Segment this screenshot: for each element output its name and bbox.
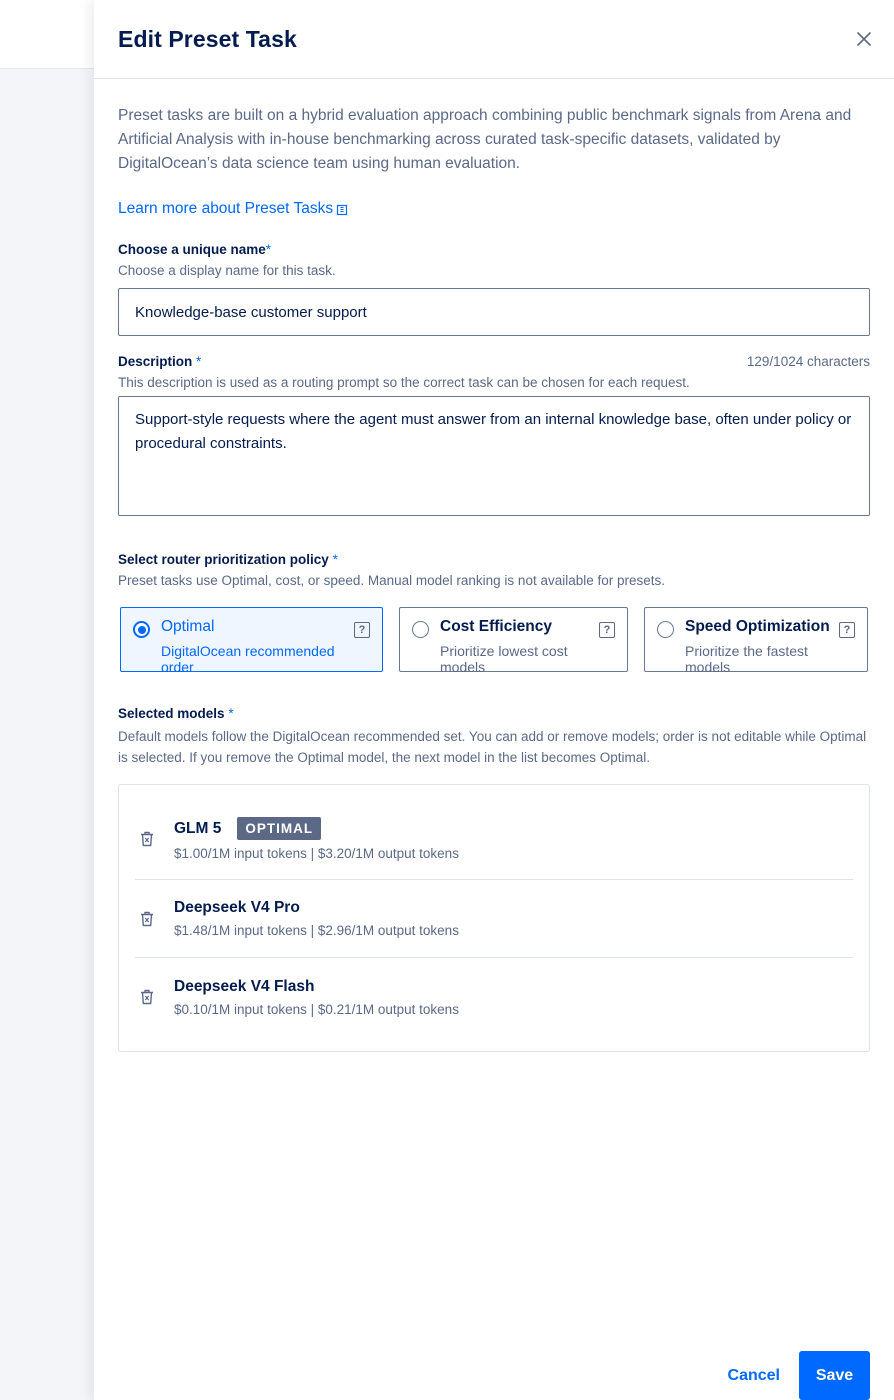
- optimal-badge: OPTIMAL: [237, 817, 322, 840]
- remove-model-button[interactable]: [136, 986, 158, 1008]
- selected-models-list: GLM 5 OPTIMAL $1.00/1M input tokens | $3…: [118, 784, 870, 1052]
- backdrop-header: [0, 0, 94, 69]
- models-label-text: Selected models: [118, 706, 225, 721]
- description-field-help: This description is used as a routing pr…: [118, 375, 690, 390]
- model-price: $1.48/1M input tokens | $2.96/1M output …: [174, 923, 459, 938]
- model-name: GLM 5: [174, 819, 222, 837]
- policy-option-title: Speed Optimization: [685, 618, 830, 635]
- trash-icon: [141, 831, 153, 847]
- model-info: Deepseek V4 Flash $0.10/1M input tokens …: [174, 978, 459, 1017]
- model-name-line: GLM 5 OPTIMAL: [174, 817, 459, 840]
- models-field-label: Selected models *: [118, 706, 870, 721]
- panel-title: Edit Preset Task: [118, 25, 297, 52]
- help-icon[interactable]: ?: [599, 622, 615, 638]
- close-button[interactable]: [852, 27, 876, 51]
- panel-header: Edit Preset Task: [94, 0, 894, 79]
- policy-option-title: Cost Efficiency: [440, 618, 552, 635]
- required-marker: *: [265, 242, 272, 257]
- required-marker: *: [332, 552, 338, 567]
- model-name: Deepseek V4 Pro: [174, 899, 300, 916]
- policy-option-subtitle: Prioritize the fastest models: [685, 643, 808, 675]
- radio-unselected[interactable]: [657, 621, 674, 638]
- description-field-group: Description * 129/1024 characters This d…: [118, 354, 870, 516]
- policy-option-speed-optimization[interactable]: Speed Optimization Prioritize the fastes…: [644, 607, 868, 675]
- model-info: Deepseek V4 Pro $1.48/1M input tokens | …: [174, 899, 459, 938]
- policy-option-subtitle: DigitalOcean recommended order: [161, 643, 335, 675]
- remove-model-button[interactable]: [136, 908, 158, 930]
- model-row: Deepseek V4 Flash $0.10/1M input tokens …: [135, 958, 853, 1036]
- description-label-text: Description: [118, 354, 193, 369]
- name-field-group: Choose a unique name* Choose a display n…: [118, 242, 870, 336]
- policy-label-text: Select router prioritization policy: [118, 552, 329, 567]
- name-field-help: Choose a display name for this task.: [118, 263, 336, 278]
- edit-preset-task-panel: Edit Preset Task Preset tasks are built …: [94, 0, 894, 1400]
- policy-option-optimal[interactable]: Optimal DigitalOcean recommended order ?: [120, 607, 383, 675]
- model-info: GLM 5 OPTIMAL $1.00/1M input tokens | $3…: [174, 817, 459, 861]
- help-icon[interactable]: ?: [839, 622, 855, 638]
- intro-text: Preset tasks are built on a hybrid evalu…: [118, 107, 852, 172]
- save-button[interactable]: Save: [799, 1351, 870, 1400]
- model-price: $0.10/1M input tokens | $0.21/1M output …: [174, 1001, 459, 1017]
- policy-option-subtitle: Prioritize lowest cost models: [440, 643, 568, 675]
- radio-selected[interactable]: [133, 621, 150, 638]
- external-link-icon: [335, 202, 349, 216]
- models-field-help: Default models follow the DigitalOcean r…: [118, 729, 867, 765]
- policy-field-help: Preset tasks use Optimal, cost, or speed…: [118, 573, 666, 588]
- description-label-row: Description * 129/1024 characters: [118, 354, 870, 369]
- description-field-label: Description *: [118, 354, 201, 369]
- page-backdrop: [0, 0, 94, 1400]
- policy-options: Optimal DigitalOcean recommended order ?…: [120, 607, 870, 675]
- trash-icon: [141, 911, 153, 926]
- policy-option-cost-efficiency[interactable]: Cost Efficiency Prioritize lowest cost m…: [399, 607, 628, 675]
- models-field-group: Selected models * Default models follow …: [118, 706, 870, 1052]
- required-marker: *: [196, 354, 202, 369]
- help-icon[interactable]: ?: [354, 622, 370, 638]
- model-price: $1.00/1M input tokens | $3.20/1M output …: [174, 846, 459, 861]
- name-field-label: Choose a unique name*: [118, 242, 870, 257]
- remove-model-button[interactable]: [136, 828, 158, 850]
- model-name: Deepseek V4 Flash: [174, 977, 315, 995]
- radio-unselected[interactable]: [412, 621, 429, 638]
- panel-body: Preset tasks are built on a hybrid evalu…: [94, 79, 894, 1052]
- policy-field-label: Select router prioritization policy *: [118, 552, 870, 567]
- model-row: GLM 5 OPTIMAL $1.00/1M input tokens | $3…: [135, 803, 853, 880]
- name-field-label-text: Choose a unique name: [118, 242, 266, 257]
- panel-footer: Cancel Save: [728, 1351, 870, 1400]
- description-textarea[interactable]: Support-style requests where the agent m…: [118, 396, 870, 516]
- required-marker: *: [228, 706, 234, 721]
- policy-field-group: Select router prioritization policy * Pr…: [118, 552, 870, 675]
- character-count: 129/1024 characters: [746, 354, 870, 369]
- cancel-button[interactable]: Cancel: [728, 1367, 780, 1385]
- trash-icon: [141, 989, 153, 1005]
- close-icon: [857, 32, 871, 46]
- name-input[interactable]: Knowledge-base customer support: [118, 288, 870, 336]
- learn-more-link[interactable]: Learn more about Preset Tasks: [118, 200, 349, 218]
- model-row: Deepseek V4 Pro $1.48/1M input tokens | …: [135, 880, 853, 958]
- policy-option-title: Optimal: [161, 618, 215, 635]
- learn-more-label: Learn more about Preset Tasks: [118, 200, 334, 217]
